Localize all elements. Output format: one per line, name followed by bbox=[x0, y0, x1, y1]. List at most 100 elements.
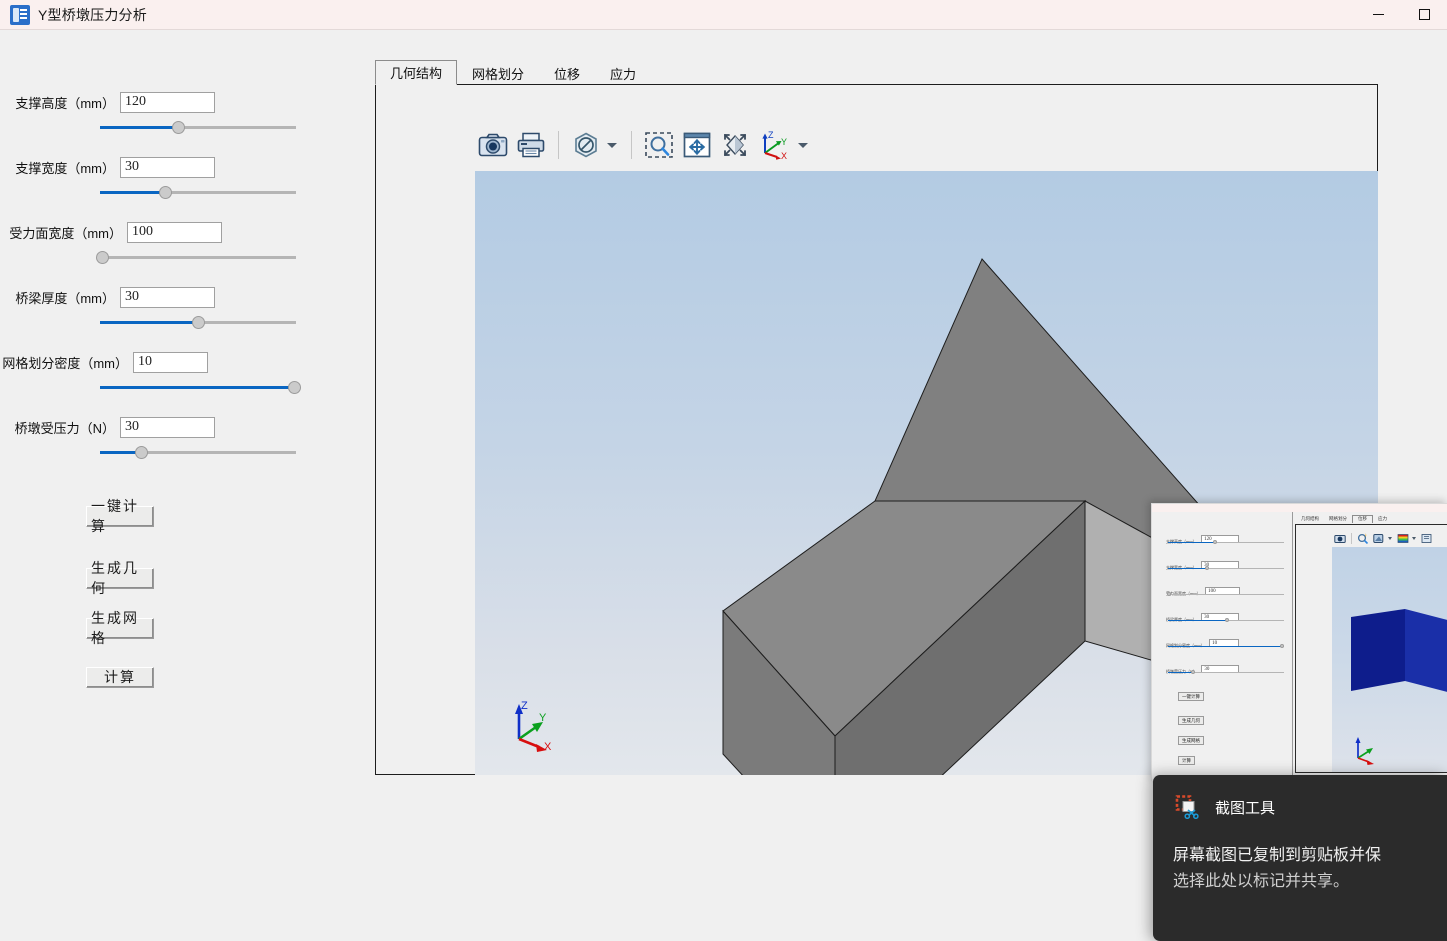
pan-button[interactable] bbox=[678, 126, 716, 164]
preview-content-frame bbox=[1295, 524, 1447, 773]
zoom-select-icon bbox=[645, 132, 673, 158]
preview-param-row: 桥梁厚度（mm） 30 bbox=[1166, 608, 1284, 626]
preview-tab-stress: 应力 bbox=[1378, 516, 1387, 521]
pier-pressure-slider[interactable] bbox=[100, 444, 296, 460]
preview-tab-mesh: 网格划分 bbox=[1329, 516, 1347, 521]
preview-slider-fill bbox=[1168, 672, 1193, 673]
preview-generate-geometry-button: 生成几何 bbox=[1178, 716, 1204, 725]
preview-zoom-icon bbox=[1355, 530, 1371, 546]
axes-orientation-button[interactable]: Z Y X bbox=[754, 126, 796, 164]
preview-rescale-icon bbox=[1419, 530, 1435, 546]
svg-text:X: X bbox=[544, 741, 552, 753]
support-height-input[interactable] bbox=[120, 91, 215, 113]
parameter-label: 支撑宽度（mm） bbox=[15, 160, 115, 176]
axes-orientation-dropdown-caret[interactable] bbox=[798, 142, 808, 148]
parameter-group-load-face-width: 受力面宽度（mm） bbox=[0, 220, 320, 265]
parameter-label: 受力面宽度（mm） bbox=[9, 225, 122, 241]
generate-geometry-button[interactable]: 生成几何 bbox=[86, 562, 154, 597]
pan-icon bbox=[683, 132, 711, 158]
one-click-calculate-button[interactable]: 一键计算 bbox=[86, 500, 154, 535]
axes-orientation-icon: Z Y X bbox=[762, 130, 787, 160]
support-width-slider[interactable] bbox=[100, 184, 296, 200]
toast-app-name: 截图工具 bbox=[1215, 799, 1276, 817]
preview-panel-divider bbox=[1292, 512, 1293, 781]
preview-slider-track bbox=[1168, 594, 1284, 595]
slider-handle[interactable] bbox=[158, 186, 172, 199]
parameter-group-beam-thickness: 桥梁厚度（mm） bbox=[0, 285, 320, 330]
print-button[interactable] bbox=[512, 126, 550, 164]
preview-slider-handle bbox=[1225, 618, 1229, 622]
support-height-slider[interactable] bbox=[100, 119, 296, 135]
fit-to-view-icon bbox=[724, 134, 746, 156]
screenshot-camera-icon bbox=[478, 133, 508, 157]
preview-viewport-toolbar bbox=[1332, 529, 1435, 547]
pier-pressure-input[interactable] bbox=[120, 416, 215, 438]
preview-toolbar-separator bbox=[1351, 532, 1352, 544]
preview-param-row: 支撑高度（mm） 120 bbox=[1166, 530, 1284, 548]
preview-slider-handle bbox=[1190, 670, 1195, 674]
tab-mesh[interactable]: 网格划分 bbox=[457, 60, 539, 85]
slider-fill bbox=[100, 386, 294, 389]
tab-displacement[interactable]: 位移 bbox=[539, 60, 595, 85]
no-color-button[interactable] bbox=[567, 126, 605, 164]
window-controls bbox=[1355, 0, 1447, 29]
fit-to-view-button[interactable] bbox=[716, 126, 754, 164]
preview-title-bar bbox=[1152, 504, 1447, 512]
preview-model bbox=[1351, 609, 1447, 692]
preview-tab-geometry: 几何结构 bbox=[1301, 516, 1319, 521]
svg-text:Z: Z bbox=[768, 130, 774, 140]
preview-calculate-button: 计算 bbox=[1178, 756, 1195, 765]
svg-text:Z: Z bbox=[521, 700, 528, 712]
mesh-density-slider[interactable] bbox=[100, 379, 301, 395]
support-width-input[interactable] bbox=[120, 156, 215, 178]
beam-thickness-slider[interactable] bbox=[100, 314, 296, 330]
minimize-button[interactable] bbox=[1355, 0, 1401, 29]
print-icon bbox=[517, 132, 545, 158]
no-color-icon bbox=[575, 132, 597, 158]
load-face-width-slider[interactable] bbox=[95, 249, 296, 265]
no-color-dropdown-caret[interactable] bbox=[607, 142, 617, 148]
beam-thickness-input[interactable] bbox=[120, 286, 215, 308]
toast-message-line-2: 选择此处以标记并共享。 bbox=[1173, 873, 1350, 890]
slider-track bbox=[100, 256, 296, 259]
parameter-label: 网格划分密度（mm） bbox=[2, 355, 128, 371]
slider-fill bbox=[100, 126, 179, 129]
tab-stress[interactable]: 应力 bbox=[595, 60, 651, 85]
slider-fill bbox=[100, 321, 198, 324]
snipping-tool-icon bbox=[1175, 795, 1201, 820]
parameter-group-mesh-density: 网格划分密度（mm） bbox=[0, 350, 320, 395]
preview-3d-viewport bbox=[1332, 547, 1447, 772]
slider-handle[interactable] bbox=[288, 381, 301, 394]
preview-one-click-calculate-button: 一键计算 bbox=[1178, 692, 1204, 701]
axes-triad: Z Y X bbox=[515, 700, 552, 753]
load-face-width-input[interactable] bbox=[127, 221, 222, 243]
slider-handle[interactable] bbox=[135, 446, 149, 459]
tab-bar: 几何结构 网格划分 位移 应力 bbox=[375, 60, 651, 85]
mesh-density-input[interactable] bbox=[133, 351, 208, 373]
slider-handle[interactable] bbox=[192, 316, 205, 329]
preview-color-map-icon bbox=[1395, 530, 1411, 546]
slider-handle[interactable] bbox=[172, 121, 186, 134]
viewport-toolbar: Z Y X bbox=[474, 120, 1378, 170]
title-bar: Y型桥墩压力分析 bbox=[0, 0, 1447, 29]
parameter-panel: 支撑高度（mm） 支撑宽度（mm） bbox=[0, 30, 372, 941]
maximize-button[interactable] bbox=[1401, 0, 1447, 29]
parameter-group-support-width: 支撑宽度（mm） bbox=[0, 155, 320, 200]
toast-notification[interactable]: 截图工具 屏幕截图已复制到剪贴板并保 选择此处以标记并共享。 bbox=[1153, 775, 1447, 941]
preview-tab-bar: 几何结构 网格划分 位移 应力 bbox=[1296, 514, 1392, 524]
preview-slider-fill bbox=[1168, 568, 1207, 569]
svg-text:X: X bbox=[781, 151, 787, 160]
bridge-analysis-icon bbox=[10, 4, 30, 25]
screenshot-camera-button[interactable] bbox=[474, 126, 512, 164]
preview-param-row: 支撑宽度（mm） 30 bbox=[1166, 556, 1284, 574]
preview-surface-representation-icon bbox=[1371, 530, 1387, 546]
tab-geometry[interactable]: 几何结构 bbox=[375, 60, 458, 85]
screenshot-preview-window[interactable]: 支撑高度（mm） 120 支撑宽度（mm） 30 受力面宽度（mm） 100 bbox=[1151, 503, 1447, 781]
zoom-select-button[interactable] bbox=[640, 126, 678, 164]
preview-screenshot-camera-icon bbox=[1332, 530, 1348, 546]
generate-mesh-button[interactable]: 生成网格 bbox=[86, 612, 154, 647]
slider-handle[interactable] bbox=[95, 251, 109, 264]
parameter-group-pier-pressure: 桥墩受压力（N） bbox=[0, 415, 320, 460]
preview-param-row: 网格划分密度（mm） 10 bbox=[1166, 634, 1285, 652]
calculate-button[interactable]: 计算 bbox=[86, 667, 154, 688]
